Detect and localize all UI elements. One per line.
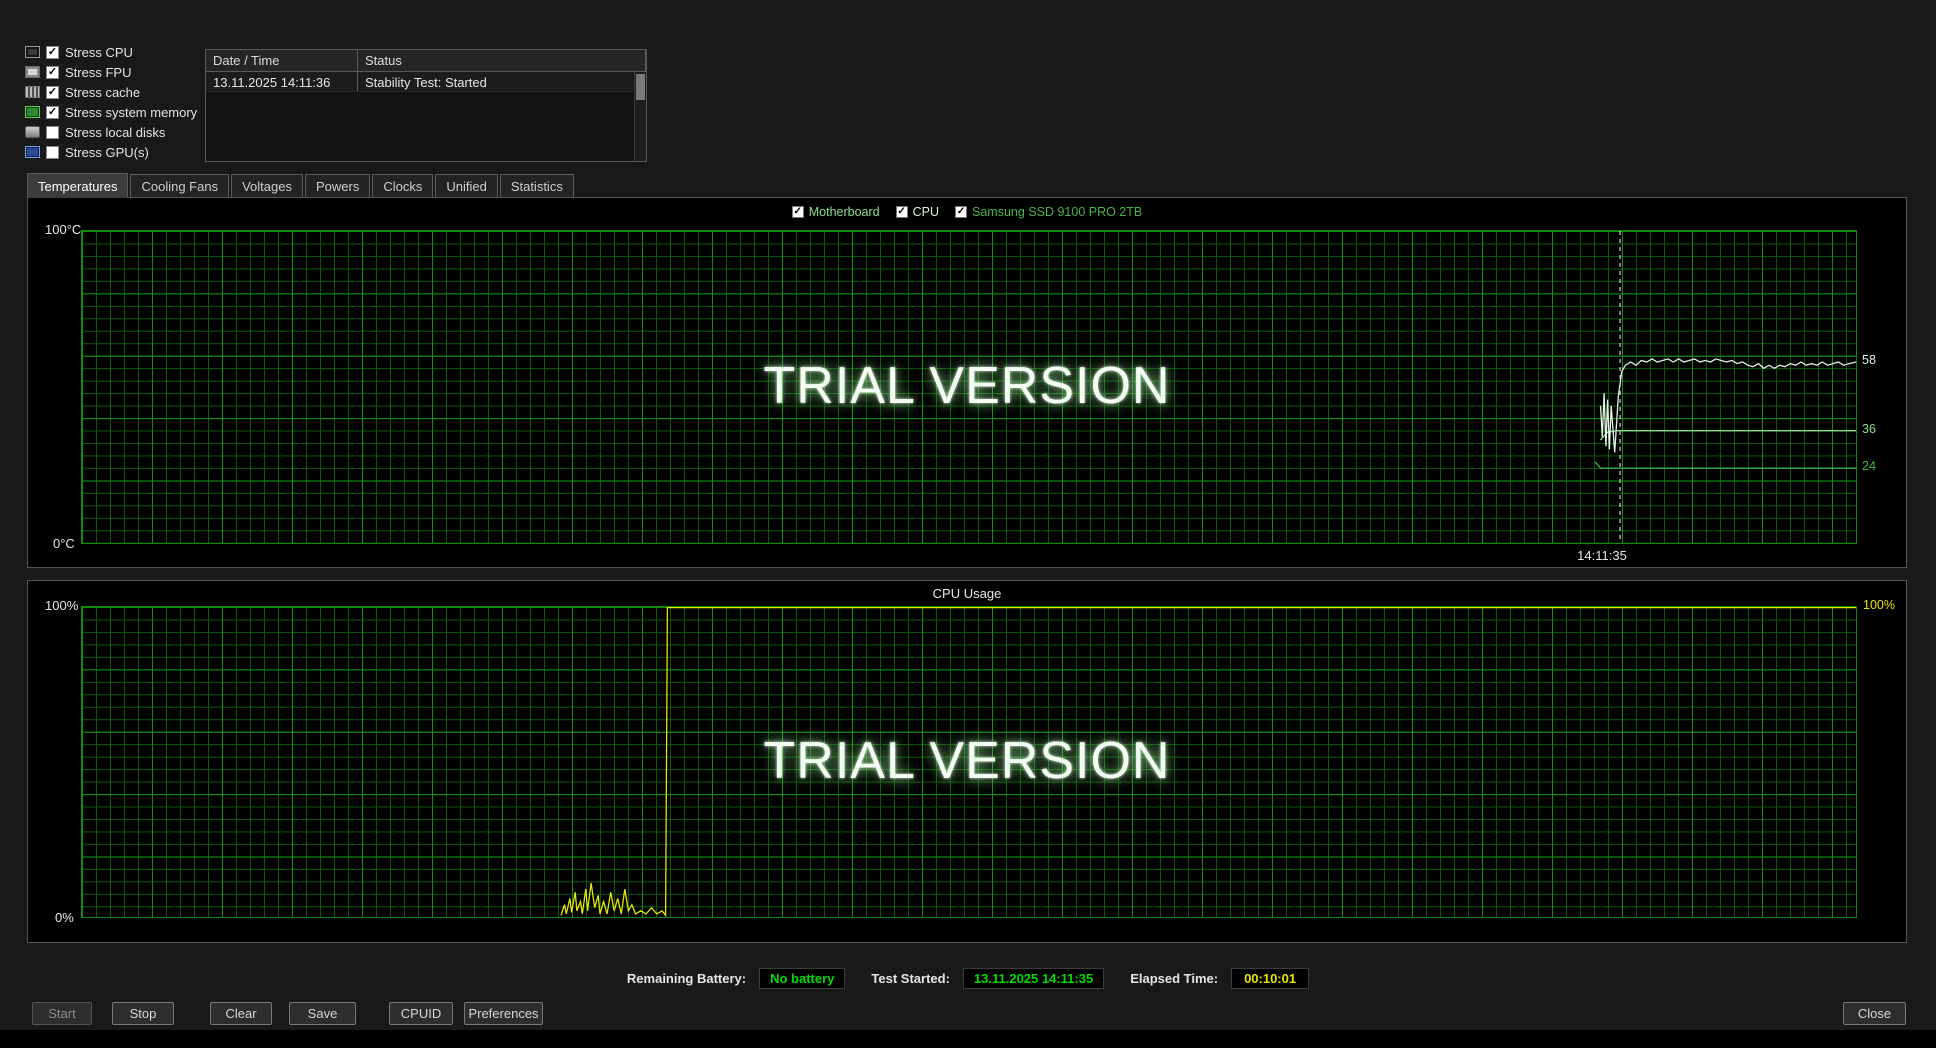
remaining-battery-label: Remaining Battery: <box>626 970 747 986</box>
legend-checkbox[interactable]: ✓ <box>791 206 804 218</box>
cpu-usage-chart-panel: CPU Usage 100% 0% TRIAL VERSION 100% <box>27 580 1907 943</box>
test-started-value: 13.11.2025 14:11:35 <box>962 967 1105 989</box>
legend-item-samsung-ssd-9100-pro-2tb[interactable]: ✓ Samsung SSD 9100 PRO 2TB <box>955 205 1142 219</box>
stress-option-stress-cpu[interactable]: ✓ Stress CPU <box>25 42 197 62</box>
checkbox-stress-cache[interactable]: ✓ <box>46 85 59 99</box>
legend-checkbox[interactable]: ✓ <box>955 206 968 218</box>
gpu-icon <box>25 146 40 158</box>
stress-option-label: Stress cache <box>65 84 141 100</box>
legend-label: Motherboard <box>808 205 880 219</box>
legend-label: CPU <box>912 205 940 219</box>
stress-option-label: Stress FPU <box>65 64 132 80</box>
series-value-label-24: 24 <box>1862 459 1876 474</box>
log-row[interactable]: 13.11.2025 14:11:36 Stability Test: Start… <box>206 72 646 92</box>
log-scrollbar[interactable] <box>634 72 646 161</box>
legend-item-cpu[interactable]: ✓ CPU <box>895 205 940 219</box>
cpu-usage-plot <box>81 606 1857 918</box>
stress-options-list: ✓ Stress CPU ✓ Stress FPU ✓ Stress cache ✓ Stre… <box>25 42 197 162</box>
temperature-legend: ✓ Motherboard ✓ CPU ✓ Samsung SSD 9100 PRO 2T… <box>28 205 1906 219</box>
stress-option-stress-gpu-s[interactable]: Stress GPU(s) <box>25 142 197 162</box>
cpu-usage-title: CPU Usage <box>932 586 1002 601</box>
scrollbar-thumb[interactable] <box>636 74 645 100</box>
log-cell-status: Stability Test: Started <box>358 72 646 91</box>
cpuid-button[interactable]: CPUID <box>389 1002 453 1025</box>
memory-icon <box>25 106 40 118</box>
system-stability-test-window: ✓ Stress CPU ✓ Stress FPU ✓ Stress cache ✓ Stre… <box>0 0 1936 1048</box>
temperature-chart-panel: ✓ Motherboard ✓ CPU ✓ Samsung SSD 9100 PRO 2T… <box>27 197 1907 568</box>
cpu-icon <box>25 46 40 58</box>
status-bar: Remaining Battery: No battery Test Start… <box>0 966 1936 990</box>
log-header-datetime[interactable]: Date / Time <box>206 50 358 71</box>
stress-option-stress-cache[interactable]: ✓ Stress cache <box>25 82 197 102</box>
checkbox-stress-gpu-s[interactable] <box>46 145 59 159</box>
log-header: Date / Time Status <box>206 50 646 72</box>
legend-item-motherboard[interactable]: ✓ Motherboard <box>791 205 880 219</box>
temp-y-min-label: 0°C <box>53 536 75 551</box>
usage-current-value-label: 100% <box>1863 598 1895 612</box>
usage-y-max-label: 100% <box>45 598 79 613</box>
log-cell-datetime: 13.11.2025 14:11:36 <box>206 72 358 91</box>
usage-y-min-label: 0% <box>55 910 74 925</box>
fpu-icon <box>25 66 40 78</box>
stress-option-label: Stress system memory <box>65 104 198 120</box>
tab-temperatures[interactable]: Temperatures <box>27 173 129 198</box>
tab-voltages[interactable]: Voltages <box>231 174 303 198</box>
remaining-battery-value: No battery <box>759 967 846 989</box>
elapsed-time-label: Elapsed Time: <box>1130 970 1219 986</box>
test-started-label: Test Started: <box>871 970 950 986</box>
checkbox-stress-local-disks[interactable] <box>46 125 59 139</box>
log-header-status[interactable]: Status <box>358 50 646 71</box>
tab-statistics[interactable]: Statistics <box>499 174 574 198</box>
legend-checkbox[interactable]: ✓ <box>895 206 908 218</box>
tab-unified[interactable]: Unified <box>435 174 498 198</box>
series-value-label-36: 36 <box>1862 421 1876 436</box>
tab-clocks[interactable]: Clocks <box>372 174 434 198</box>
log-body: 13.11.2025 14:11:36 Stability Test: Start… <box>206 72 646 92</box>
start-button[interactable]: Start <box>32 1002 92 1025</box>
stress-option-stress-fpu[interactable]: ✓ Stress FPU <box>25 62 197 82</box>
tab-cooling-fans[interactable]: Cooling Fans <box>130 174 230 198</box>
elapsed-time-value: 00:10:01 <box>1231 967 1310 989</box>
temp-y-max-label: 100°C <box>45 222 82 237</box>
cursor-time-label: 14:11:35 <box>1577 548 1627 563</box>
preferences-button[interactable]: Preferences <box>464 1002 543 1025</box>
event-log: Date / Time Status 13.11.2025 14:11:36 St… <box>205 49 647 162</box>
disk-icon <box>25 126 40 138</box>
checkbox-stress-cpu[interactable]: ✓ <box>46 45 59 59</box>
checkbox-stress-system-memory[interactable]: ✓ <box>46 105 59 119</box>
cache-icon <box>25 86 40 98</box>
stress-option-stress-local-disks[interactable]: Stress local disks <box>25 122 197 142</box>
bottom-strip <box>0 1030 1936 1048</box>
series-value-label-58: 58 <box>1862 353 1876 368</box>
tab-bar: Temperatures Cooling Fans Voltages Powers Cl… <box>27 173 576 198</box>
stress-option-label: Stress local disks <box>65 124 166 140</box>
stop-button[interactable]: Stop <box>112 1002 174 1025</box>
checkbox-stress-fpu[interactable]: ✓ <box>46 65 59 79</box>
temperature-plot <box>81 230 1857 544</box>
stress-option-stress-system-memory[interactable]: ✓ Stress system memory <box>25 102 197 122</box>
legend-label: Samsung SSD 9100 PRO 2TB <box>972 205 1143 219</box>
stress-option-label: Stress CPU <box>65 44 133 60</box>
tab-powers[interactable]: Powers <box>304 174 371 198</box>
stress-option-label: Stress GPU(s) <box>65 144 149 160</box>
save-button[interactable]: Save <box>289 1002 356 1025</box>
close-button[interactable]: Close <box>1843 1002 1906 1025</box>
clear-button[interactable]: Clear <box>210 1002 272 1025</box>
